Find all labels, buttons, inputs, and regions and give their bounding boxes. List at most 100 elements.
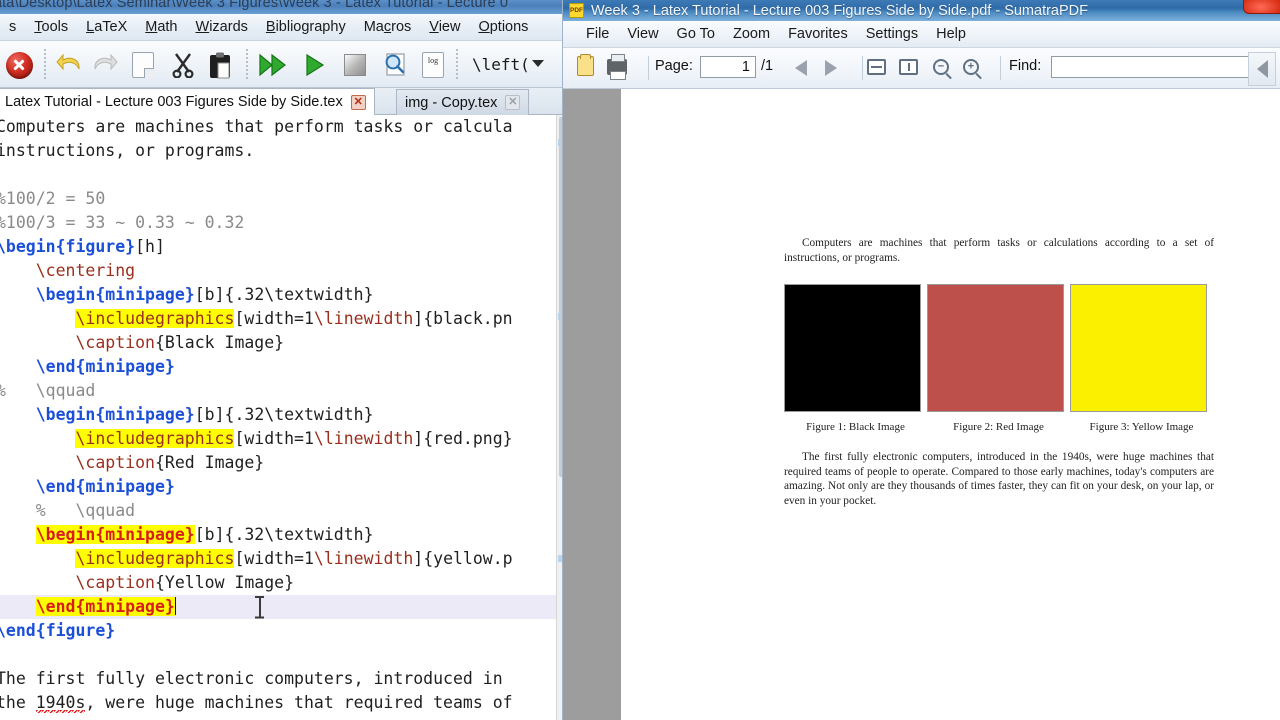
- new-document-button[interactable]: [126, 48, 160, 82]
- paste-button[interactable]: [204, 48, 238, 82]
- code-token: [b]{.32: [194, 285, 265, 304]
- compile-button[interactable]: [298, 48, 332, 82]
- previous-page-icon: [795, 60, 807, 76]
- code-token: ]{black.pn: [413, 309, 513, 328]
- pdf-titlebar: PDF Week 3 - Latex Tutorial - Lecture 00…: [563, 0, 1280, 21]
- code-token: minipage: [105, 405, 185, 424]
- code-token: \linewidth: [313, 309, 414, 328]
- fit-page-button[interactable]: [899, 59, 918, 75]
- log-icon: log: [422, 52, 444, 78]
- build-and-view-button[interactable]: [256, 48, 290, 82]
- preview-button[interactable]: [378, 48, 412, 82]
- editor-tabbar: Latex Tutorial - Lecture 003 Figures Sid…: [0, 88, 570, 115]
- code-token: [width=1: [234, 549, 314, 568]
- bracket-select-label[interactable]: \left(: [472, 55, 530, 74]
- pdf-caption-row: Figure 1: Black Image Figure 2: Red Imag…: [784, 421, 1214, 433]
- code-token: {: [55, 237, 66, 256]
- code-token: %100/3 = 33 ~ 0.33 ~ 0.32: [0, 213, 245, 232]
- code-token: %100/2 = 50: [0, 189, 106, 208]
- editor-menu-tools[interactable]: Tools: [25, 16, 77, 38]
- code-line: \end{figure}: [0, 619, 115, 643]
- log-button[interactable]: log: [416, 48, 450, 82]
- code-token: , were huge machines that required teams…: [85, 693, 513, 712]
- pdf-menu-zoom[interactable]: Zoom: [724, 24, 779, 44]
- zoom-in-button[interactable]: +: [963, 59, 979, 75]
- undo-button[interactable]: [52, 48, 86, 82]
- paste-clipboard-icon: [210, 52, 230, 78]
- toolbar-overflow-button[interactable]: [1248, 52, 1276, 86]
- build-and-view-icon: [259, 53, 286, 77]
- stop-button[interactable]: [2, 48, 36, 82]
- sumatrapdf-window: PDF Week 3 - Latex Tutorial - Lecture 00…: [562, 0, 1280, 720]
- code-line: \includegraphics[width=1\linewidth]{blac…: [0, 307, 513, 331]
- pdf-document-body: Computers are machines that perform task…: [784, 236, 1214, 509]
- tab-close-icon[interactable]: ✕: [350, 94, 366, 110]
- code-token: \begin: [35, 405, 96, 424]
- code-token: Computers are machines that perform task…: [0, 117, 513, 136]
- redo-button[interactable]: [88, 48, 122, 82]
- cut-button[interactable]: [166, 48, 200, 82]
- pdf-menu-file[interactable]: File: [577, 24, 618, 44]
- figure-caption-3: Figure 3: Yellow Image: [1089, 421, 1194, 434]
- pdf-menu-favorites[interactable]: Favorites: [779, 24, 857, 44]
- next-page-button[interactable]: [825, 60, 837, 76]
- pdf-window-title: Week 3 - Latex Tutorial - Lecture 003 Fi…: [591, 2, 1088, 19]
- code-token: {Yellow Image}: [154, 573, 295, 592]
- code-token: % \qquad: [0, 381, 96, 400]
- editor-menu-latex[interactable]: LaTeX: [77, 16, 136, 38]
- editor-menubar: s Tools LaTeX Math Wizards Bibliography Macros…: [0, 14, 570, 41]
- code-line: %100/2 = 50: [0, 187, 105, 211]
- code-token: \includegraphics: [75, 309, 235, 328]
- code-token: [b]{.32: [194, 525, 265, 544]
- stop-compile-button[interactable]: [338, 48, 372, 82]
- editor-menu-options[interactable]: Options: [469, 16, 537, 38]
- magnifier-preview-icon: [385, 53, 405, 76]
- print-button[interactable]: [607, 54, 627, 80]
- editor-menu-macros[interactable]: Macros: [355, 16, 421, 38]
- fit-width-button[interactable]: [867, 59, 886, 75]
- pdf-menu-settings[interactable]: Settings: [857, 24, 927, 44]
- find-input[interactable]: [1051, 56, 1263, 78]
- editor-menu-view[interactable]: View: [420, 16, 469, 38]
- page-number-input[interactable]: 1: [700, 56, 756, 78]
- fit-width-icon: [867, 59, 886, 75]
- pdf-menu-go-to[interactable]: Go To: [668, 24, 724, 44]
- zoom-out-button[interactable]: −: [933, 59, 949, 75]
- code-token: {: [95, 285, 106, 304]
- figure-caption-1: Figure 1: Black Image: [806, 421, 905, 434]
- code-token: {: [75, 357, 86, 376]
- close-window-button[interactable]: [1243, 0, 1280, 14]
- editor-menu-wizards[interactable]: Wizards: [187, 16, 257, 38]
- previous-page-button[interactable]: [795, 60, 807, 76]
- code-line: \caption{Red Image}: [0, 451, 264, 475]
- code-token: [b]{.32: [194, 405, 265, 424]
- pdf-menu-help[interactable]: Help: [927, 24, 975, 44]
- editor-menu-math[interactable]: Math: [136, 16, 186, 38]
- tab-label: img - Copy.tex: [405, 94, 498, 111]
- code-token: ]{yellow.p: [413, 549, 513, 568]
- editor-menu-s[interactable]: s: [0, 16, 25, 38]
- pdf-page: Computers are machines that perform task…: [621, 89, 1280, 720]
- code-editor-area[interactable]: Computers are machines that perform task…: [0, 115, 556, 720]
- chevron-down-icon[interactable]: [532, 60, 544, 67]
- code-line: \centering: [0, 259, 135, 283]
- pdf-menu-view[interactable]: View: [618, 24, 667, 44]
- tab-close-icon[interactable]: ✕: [505, 95, 521, 110]
- mouse-ibeam-cursor: [255, 596, 264, 618]
- undo-icon: [56, 53, 80, 71]
- code-token: {Red Image}: [154, 453, 265, 472]
- code-token: [width=1: [234, 429, 314, 448]
- code-token: \end: [35, 477, 76, 496]
- editor-menu-bibliography[interactable]: Bibliography: [257, 16, 355, 38]
- tab-latex-tutorial[interactable]: Latex Tutorial - Lecture 003 Figures Sid…: [0, 88, 375, 115]
- open-file-button[interactable]: [577, 54, 594, 76]
- code-line: the 1940s, were huge machines that requi…: [0, 691, 513, 715]
- pdf-toolbar: Page: 1 /1 − + Find:: [563, 48, 1280, 89]
- tab-img-copy[interactable]: img - Copy.tex ✕: [396, 89, 530, 115]
- code-token: }: [105, 621, 116, 640]
- pdf-viewport[interactable]: Computers are machines that perform task…: [563, 89, 1280, 720]
